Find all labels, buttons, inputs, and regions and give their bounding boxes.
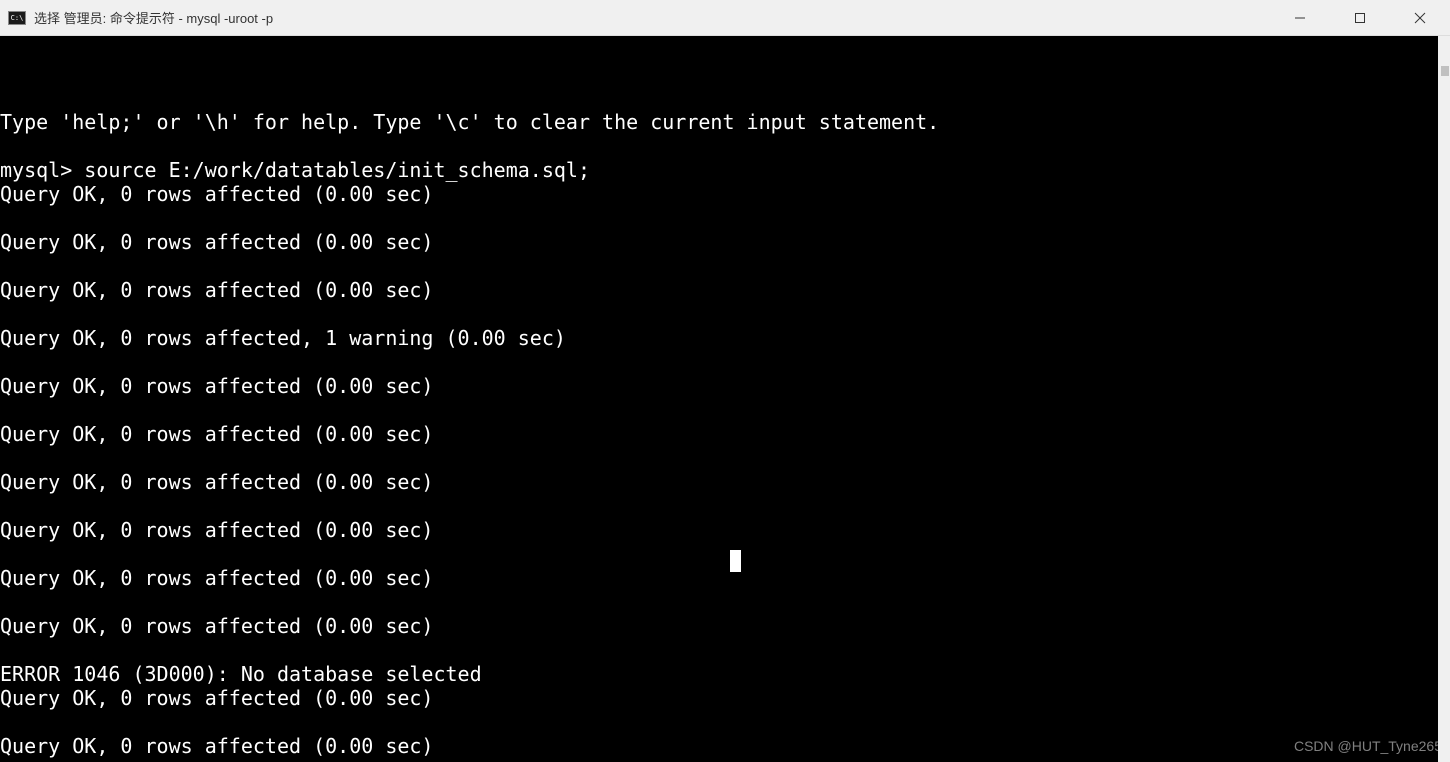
- terminal-area[interactable]: Type 'help;' or '\h' for help. Type '\c'…: [0, 36, 1450, 762]
- terminal-line: ERROR 1046 (3D000): No database selected: [0, 662, 1450, 686]
- scrollbar-thumb[interactable]: [1441, 66, 1449, 76]
- terminal-line: mysql> source E:/work/datatables/init_sc…: [0, 158, 1450, 182]
- watermark-text: CSDN @HUT_Tyne265: [1294, 734, 1442, 758]
- window-controls: [1270, 0, 1450, 35]
- terminal-line: [0, 254, 1450, 278]
- terminal-line: [0, 542, 1450, 566]
- minimize-button[interactable]: [1270, 0, 1330, 35]
- terminal-line: Query OK, 0 rows affected (0.00 sec): [0, 470, 1450, 494]
- terminal-line: Query OK, 0 rows affected (0.00 sec): [0, 278, 1450, 302]
- terminal-line: Type 'help;' or '\h' for help. Type '\c'…: [0, 110, 1450, 134]
- terminal-line: [0, 590, 1450, 614]
- terminal-output: Type 'help;' or '\h' for help. Type '\c'…: [0, 86, 1450, 762]
- terminal-line: Query OK, 0 rows affected (0.00 sec): [0, 614, 1450, 638]
- terminal-line: Query OK, 0 rows affected (0.00 sec): [0, 374, 1450, 398]
- maximize-button[interactable]: [1330, 0, 1390, 35]
- window-titlebar: C:\ 选择 管理员: 命令提示符 - mysql -uroot -p: [0, 0, 1450, 36]
- terminal-line: [0, 398, 1450, 422]
- close-button[interactable]: [1390, 0, 1450, 35]
- terminal-line: Query OK, 0 rows affected (0.00 sec): [0, 734, 1450, 758]
- terminal-line: [0, 758, 1450, 762]
- terminal-line: Query OK, 0 rows affected, 1 warning (0.…: [0, 326, 1450, 350]
- terminal-line: [0, 638, 1450, 662]
- terminal-line: [0, 302, 1450, 326]
- terminal-line: Query OK, 0 rows affected (0.00 sec): [0, 518, 1450, 542]
- terminal-line: Query OK, 0 rows affected (0.00 sec): [0, 422, 1450, 446]
- terminal-cursor: [730, 550, 741, 572]
- terminal-line: [0, 710, 1450, 734]
- terminal-line: [0, 134, 1450, 158]
- terminal-line: [0, 350, 1450, 374]
- terminal-line: Query OK, 0 rows affected (0.00 sec): [0, 686, 1450, 710]
- terminal-line: Query OK, 0 rows affected (0.00 sec): [0, 230, 1450, 254]
- terminal-line: Query OK, 0 rows affected (0.00 sec): [0, 566, 1450, 590]
- terminal-line: [0, 86, 1450, 110]
- terminal-line: [0, 446, 1450, 470]
- terminal-line: [0, 494, 1450, 518]
- terminal-line: Query OK, 0 rows affected (0.00 sec): [0, 182, 1450, 206]
- window-title: 选择 管理员: 命令提示符 - mysql -uroot -p: [34, 8, 1270, 27]
- cmd-icon: C:\: [8, 11, 26, 25]
- vertical-scrollbar[interactable]: [1438, 36, 1450, 762]
- terminal-line: [0, 206, 1450, 230]
